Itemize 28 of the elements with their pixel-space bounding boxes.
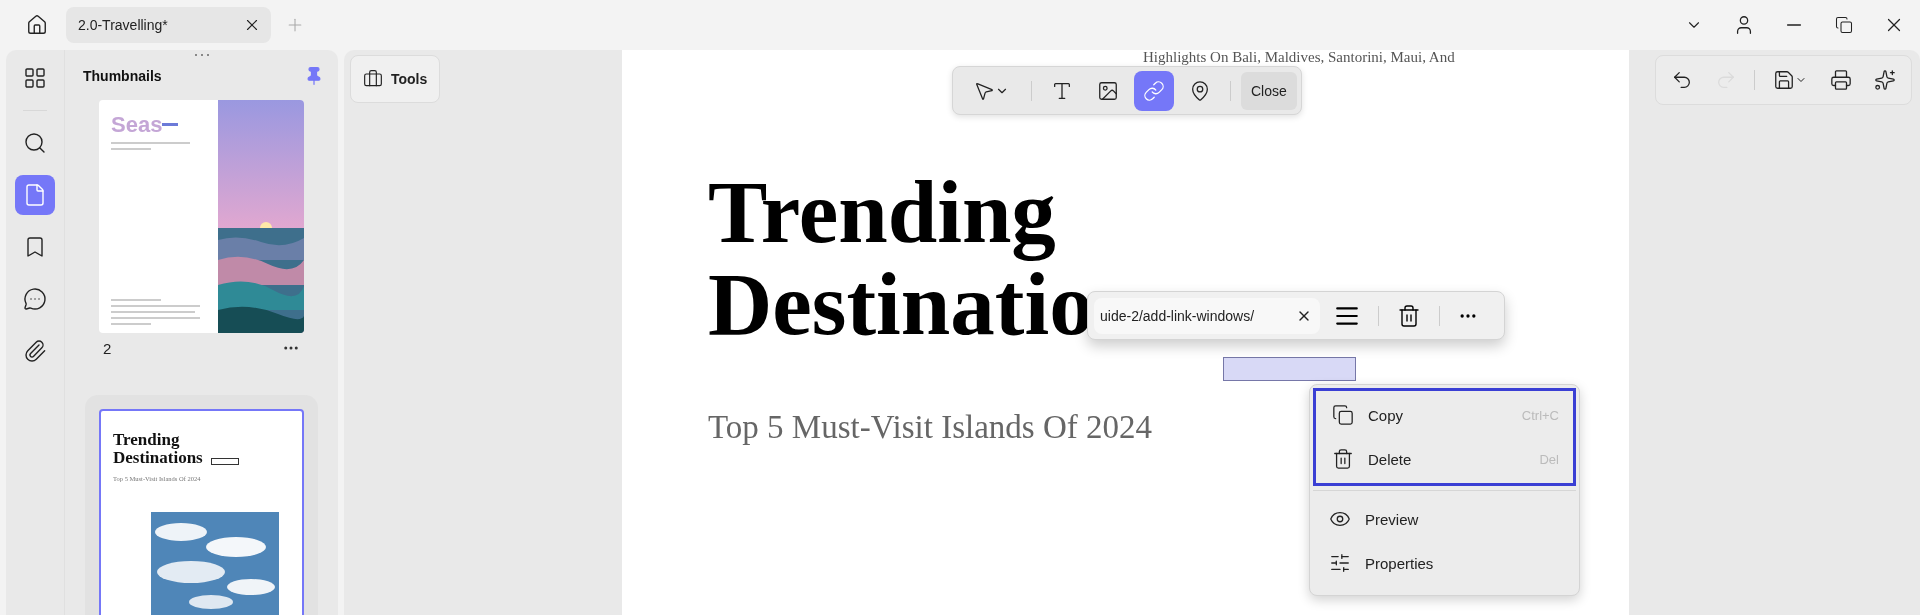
panel-title: Thumbnails <box>83 68 162 84</box>
thumbnail-heading: Seas <box>111 112 163 138</box>
trash-icon[interactable] <box>1397 303 1421 328</box>
tab-label: 2.0-Travelling* <box>78 17 168 33</box>
page-number: 2 <box>103 339 112 357</box>
link-box-icon <box>210 458 239 465</box>
document-tab[interactable]: 2.0-Travelling* <box>66 7 271 43</box>
link-mark-icon <box>162 123 179 127</box>
url-field[interactable]: uide-2/add-link-windows/ <box>1094 297 1320 334</box>
close-button[interactable]: Close <box>1241 71 1297 110</box>
link-area[interactable] <box>1223 357 1356 381</box>
menu-item[interactable]: Preview <box>1313 497 1576 541</box>
link-icon[interactable] <box>1134 70 1174 111</box>
page-icon[interactable] <box>15 175 55 215</box>
sliders-icon <box>1329 552 1351 574</box>
menu-label: Preview <box>1365 510 1420 528</box>
menu-label: Delete <box>1368 450 1413 468</box>
menu-label: Copy <box>1368 406 1405 424</box>
briefcase-icon <box>363 69 383 89</box>
running-text: Highlights On Bali, Maldives, Santorini, Maui, And <box>1143 50 1455 64</box>
menu-label: Properties <box>1365 554 1435 572</box>
copy-icon <box>1332 404 1354 426</box>
tools-button[interactable]: Tools <box>350 55 441 103</box>
menu-item[interactable]: Properties <box>1313 541 1576 585</box>
trash-icon <box>1332 448 1354 470</box>
document-subtitle: Top 5 Must-Visit Islands Of 2024 <box>708 408 1152 446</box>
thumbnail-heading: Trending Destinations <box>113 431 203 467</box>
drag-handle-icon[interactable] <box>192 53 211 57</box>
